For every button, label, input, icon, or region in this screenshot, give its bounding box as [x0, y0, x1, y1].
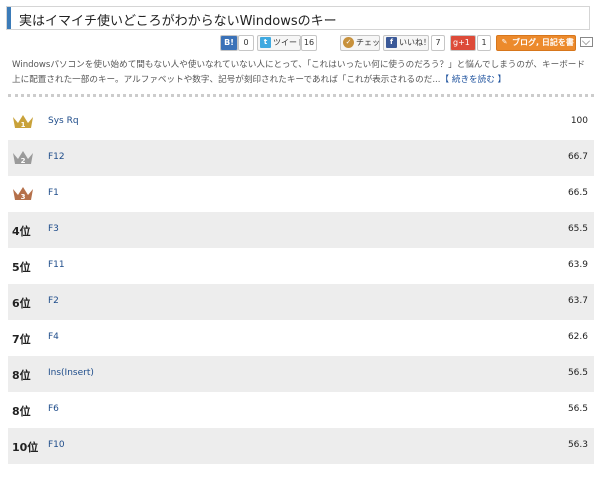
score-value: 66.7: [567, 152, 588, 162]
key-name-link[interactable]: F10: [48, 440, 65, 450]
score-value: 56.3: [567, 440, 588, 450]
rank-position: 5位: [12, 261, 31, 274]
twitter-bird-icon: t: [260, 37, 271, 48]
score-value: 56.5: [567, 368, 588, 378]
facebook-like-button[interactable]: f いいね！: [383, 35, 429, 51]
ranking-row[interactable]: 5位 F11 63.9: [8, 248, 594, 284]
key-name-link[interactable]: F12: [48, 152, 65, 162]
score-value: 63.7: [567, 296, 588, 306]
key-name-link[interactable]: F1: [48, 188, 59, 198]
page-title: 実はイマイチ使いどころがわからないWindowsのキー: [19, 14, 337, 29]
ranking-row[interactable]: 1 Sys Rq 100: [8, 104, 594, 140]
like-count: 7: [431, 35, 445, 51]
score-value: 100: [570, 116, 588, 126]
rank-position: 4位: [12, 225, 31, 238]
facebook-icon: f: [386, 37, 397, 48]
rank-position: 6位: [12, 297, 31, 310]
key-name-link[interactable]: F2: [48, 296, 59, 306]
pencil-icon: ✎: [501, 38, 508, 46]
bookmark-count: 0: [238, 35, 254, 51]
article-description: Windowsパソコンを使い始めて間もない人や使いなれていない人にとって、「これ…: [12, 58, 592, 88]
key-name-link[interactable]: Ins(Insert): [48, 368, 94, 378]
silver-crown-icon: 2: [13, 151, 33, 165]
score-value: 56.5: [567, 404, 588, 414]
key-name-link[interactable]: F4: [48, 332, 59, 342]
score-value: 65.5: [567, 224, 588, 234]
ranking-row[interactable]: 8位 Ins(Insert) 56.5: [8, 356, 594, 392]
google-plus-button[interactable]: g+1: [450, 35, 476, 51]
ranking-row[interactable]: 2 F12 66.7: [8, 140, 594, 176]
mail-icon[interactable]: [580, 37, 593, 47]
like-label: いいね！: [399, 38, 429, 47]
score-value: 62.6: [567, 332, 588, 342]
ranking-row[interactable]: 8位 F6 56.5: [8, 392, 594, 428]
key-name-link[interactable]: Sys Rq: [48, 116, 79, 126]
write-blog-button[interactable]: ✎ ブログ, 日記を書く: [496, 35, 576, 51]
ranking-row[interactable]: 6位 F2 63.7: [8, 284, 594, 320]
ranking-list: 1 Sys Rq 100 2 F12 66.7 3 F1 66.5 4位 F3 65.5 5位 F11 63…: [8, 104, 594, 464]
rank-position: 10位: [12, 441, 39, 454]
share-toolbar: B! 0 tツイート 16 ✓チェック fいいね！ 7 g+1 1 ✎ ブログ, …: [0, 35, 600, 51]
key-name-link[interactable]: F6: [48, 404, 59, 414]
key-name-link[interactable]: F11: [48, 260, 65, 270]
check-icon: ✓: [343, 37, 354, 48]
crown-rank-number: 2: [21, 157, 26, 165]
bronze-crown-icon: 3: [13, 187, 33, 201]
crown-rank-number: 1: [21, 121, 26, 129]
ranking-row[interactable]: 7位 F4 62.6: [8, 320, 594, 356]
ranking-row[interactable]: 4位 F3 65.5: [8, 212, 594, 248]
title-accent-bar: [7, 7, 11, 29]
score-value: 63.9: [567, 260, 588, 270]
crown-rank-number: 3: [21, 193, 26, 201]
article-title-bar: 実はイマイチ使いどころがわからないWindowsのキー: [6, 6, 590, 30]
read-more-link[interactable]: 【 続きを読む 】: [441, 75, 507, 85]
blog-label: ブログ, 日記を書く: [512, 38, 576, 47]
rank-position: 8位: [12, 369, 31, 382]
gold-crown-icon: 1: [13, 115, 33, 129]
tweet-label: ツイート: [273, 38, 300, 47]
score-value: 66.5: [567, 188, 588, 198]
tweet-button[interactable]: tツイート: [257, 35, 301, 51]
gplus-count: 1: [477, 35, 491, 51]
rank-position: 8位: [12, 405, 31, 418]
dotted-divider: [8, 94, 594, 97]
gplus-label: +1: [458, 38, 470, 47]
ranking-row[interactable]: 3 F1 66.5: [8, 176, 594, 212]
ranking-row[interactable]: 10位 F10 56.3: [8, 428, 594, 464]
check-label: チェック: [356, 38, 380, 47]
rank-position: 7位: [12, 333, 31, 346]
mixi-check-button[interactable]: ✓チェック: [340, 35, 380, 51]
tweet-count: 16: [301, 35, 317, 51]
key-name-link[interactable]: F3: [48, 224, 59, 234]
hatena-bookmark-button[interactable]: B!: [220, 35, 238, 51]
